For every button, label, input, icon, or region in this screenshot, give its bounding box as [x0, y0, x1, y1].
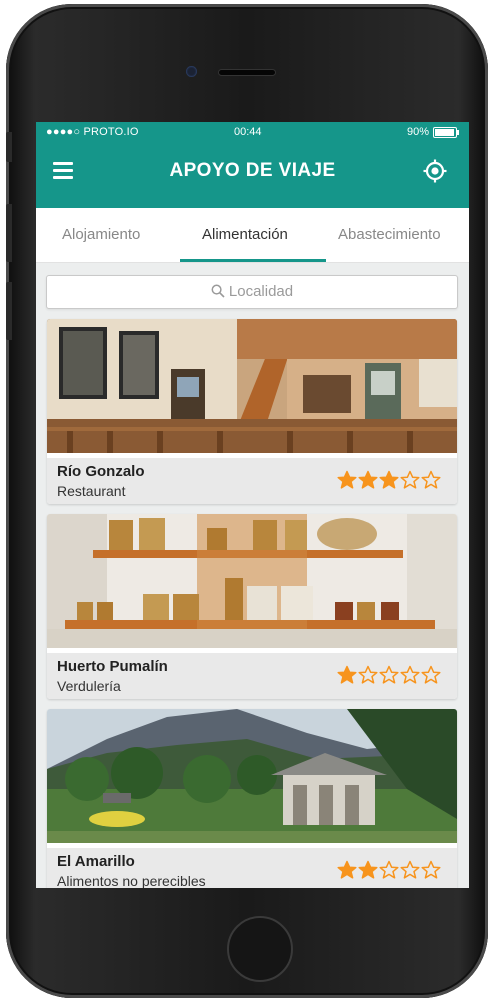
- place-photo: [47, 514, 457, 648]
- star-filled-icon: [358, 470, 378, 489]
- star-filled-icon: [337, 860, 357, 879]
- star-empty-icon: [358, 665, 378, 684]
- star-filled-icon: [337, 665, 357, 684]
- place-card-el-amarillo[interactable]: El Amarillo Alimentos no perecibles: [47, 709, 457, 888]
- volume-up-button: [6, 204, 12, 262]
- place-photo: [47, 319, 457, 453]
- place-info: El Amarillo Alimentos no perecibles: [47, 848, 457, 888]
- page-title: APOYO DE VIAJE: [169, 160, 336, 181]
- place-name: Río Gonzalo: [57, 463, 145, 480]
- star-filled-icon: [358, 860, 378, 879]
- place-card-huerto-pumalin[interactable]: Huerto Pumalín Verdulería: [47, 514, 457, 699]
- front-camera: [186, 66, 197, 77]
- star-rating: [337, 665, 441, 685]
- battery-percent: 90%: [406, 126, 429, 138]
- place-category: Verdulería: [57, 678, 121, 694]
- star-empty-icon: [400, 665, 420, 684]
- battery-icon: [433, 126, 459, 138]
- place-card-rio-gonzalo[interactable]: Río Gonzalo Restaurant: [47, 319, 457, 504]
- star-empty-icon: [379, 860, 399, 879]
- place-info: Huerto Pumalín Verdulería: [47, 653, 457, 699]
- mute-switch: [6, 132, 12, 162]
- place-category: Restaurant: [57, 483, 126, 499]
- place-info: Río Gonzalo Restaurant: [47, 458, 457, 504]
- tab-abastecimiento[interactable]: Abastecimiento: [338, 226, 441, 243]
- category-tabs: Alojamiento Alimentación Abastecimiento: [36, 208, 469, 263]
- search-placeholder: Localidad: [228, 283, 294, 300]
- star-empty-icon: [421, 665, 441, 684]
- star-empty-icon: [400, 470, 420, 489]
- battery-indicator: 90%: [406, 126, 459, 138]
- app-screen: ●●●●○ PROTO.IO 00:44 90% APOYO DE VIAJE …: [36, 122, 469, 888]
- tab-alojamiento[interactable]: Alojamiento: [62, 226, 140, 243]
- place-photo: [47, 709, 457, 843]
- clock: 00:44: [234, 126, 262, 138]
- star-filled-icon: [379, 470, 399, 489]
- location-target-icon[interactable]: [423, 159, 447, 183]
- status-bar: ●●●●○ PROTO.IO 00:44 90%: [36, 122, 469, 144]
- search-icon: [211, 284, 225, 298]
- place-name: El Amarillo: [57, 853, 135, 870]
- place-name: Huerto Pumalín: [57, 658, 168, 675]
- star-filled-icon: [337, 470, 357, 489]
- star-empty-icon: [421, 470, 441, 489]
- home-button[interactable]: [227, 916, 293, 982]
- star-rating: [337, 860, 441, 880]
- star-rating: [337, 470, 441, 490]
- star-empty-icon: [421, 860, 441, 879]
- carrier-label: ●●●●○ PROTO.IO: [46, 126, 139, 138]
- search-input[interactable]: Localidad: [46, 275, 458, 309]
- volume-down-button: [6, 282, 12, 340]
- tab-alimentacion[interactable]: Alimentación: [202, 226, 288, 243]
- star-empty-icon: [400, 860, 420, 879]
- star-empty-icon: [379, 665, 399, 684]
- app-header: ●●●●○ PROTO.IO 00:44 90% APOYO DE VIAJE: [36, 122, 469, 208]
- earpiece-speaker: [219, 70, 275, 75]
- active-tab-indicator: [180, 259, 326, 262]
- place-category: Alimentos no perecibles: [57, 873, 206, 888]
